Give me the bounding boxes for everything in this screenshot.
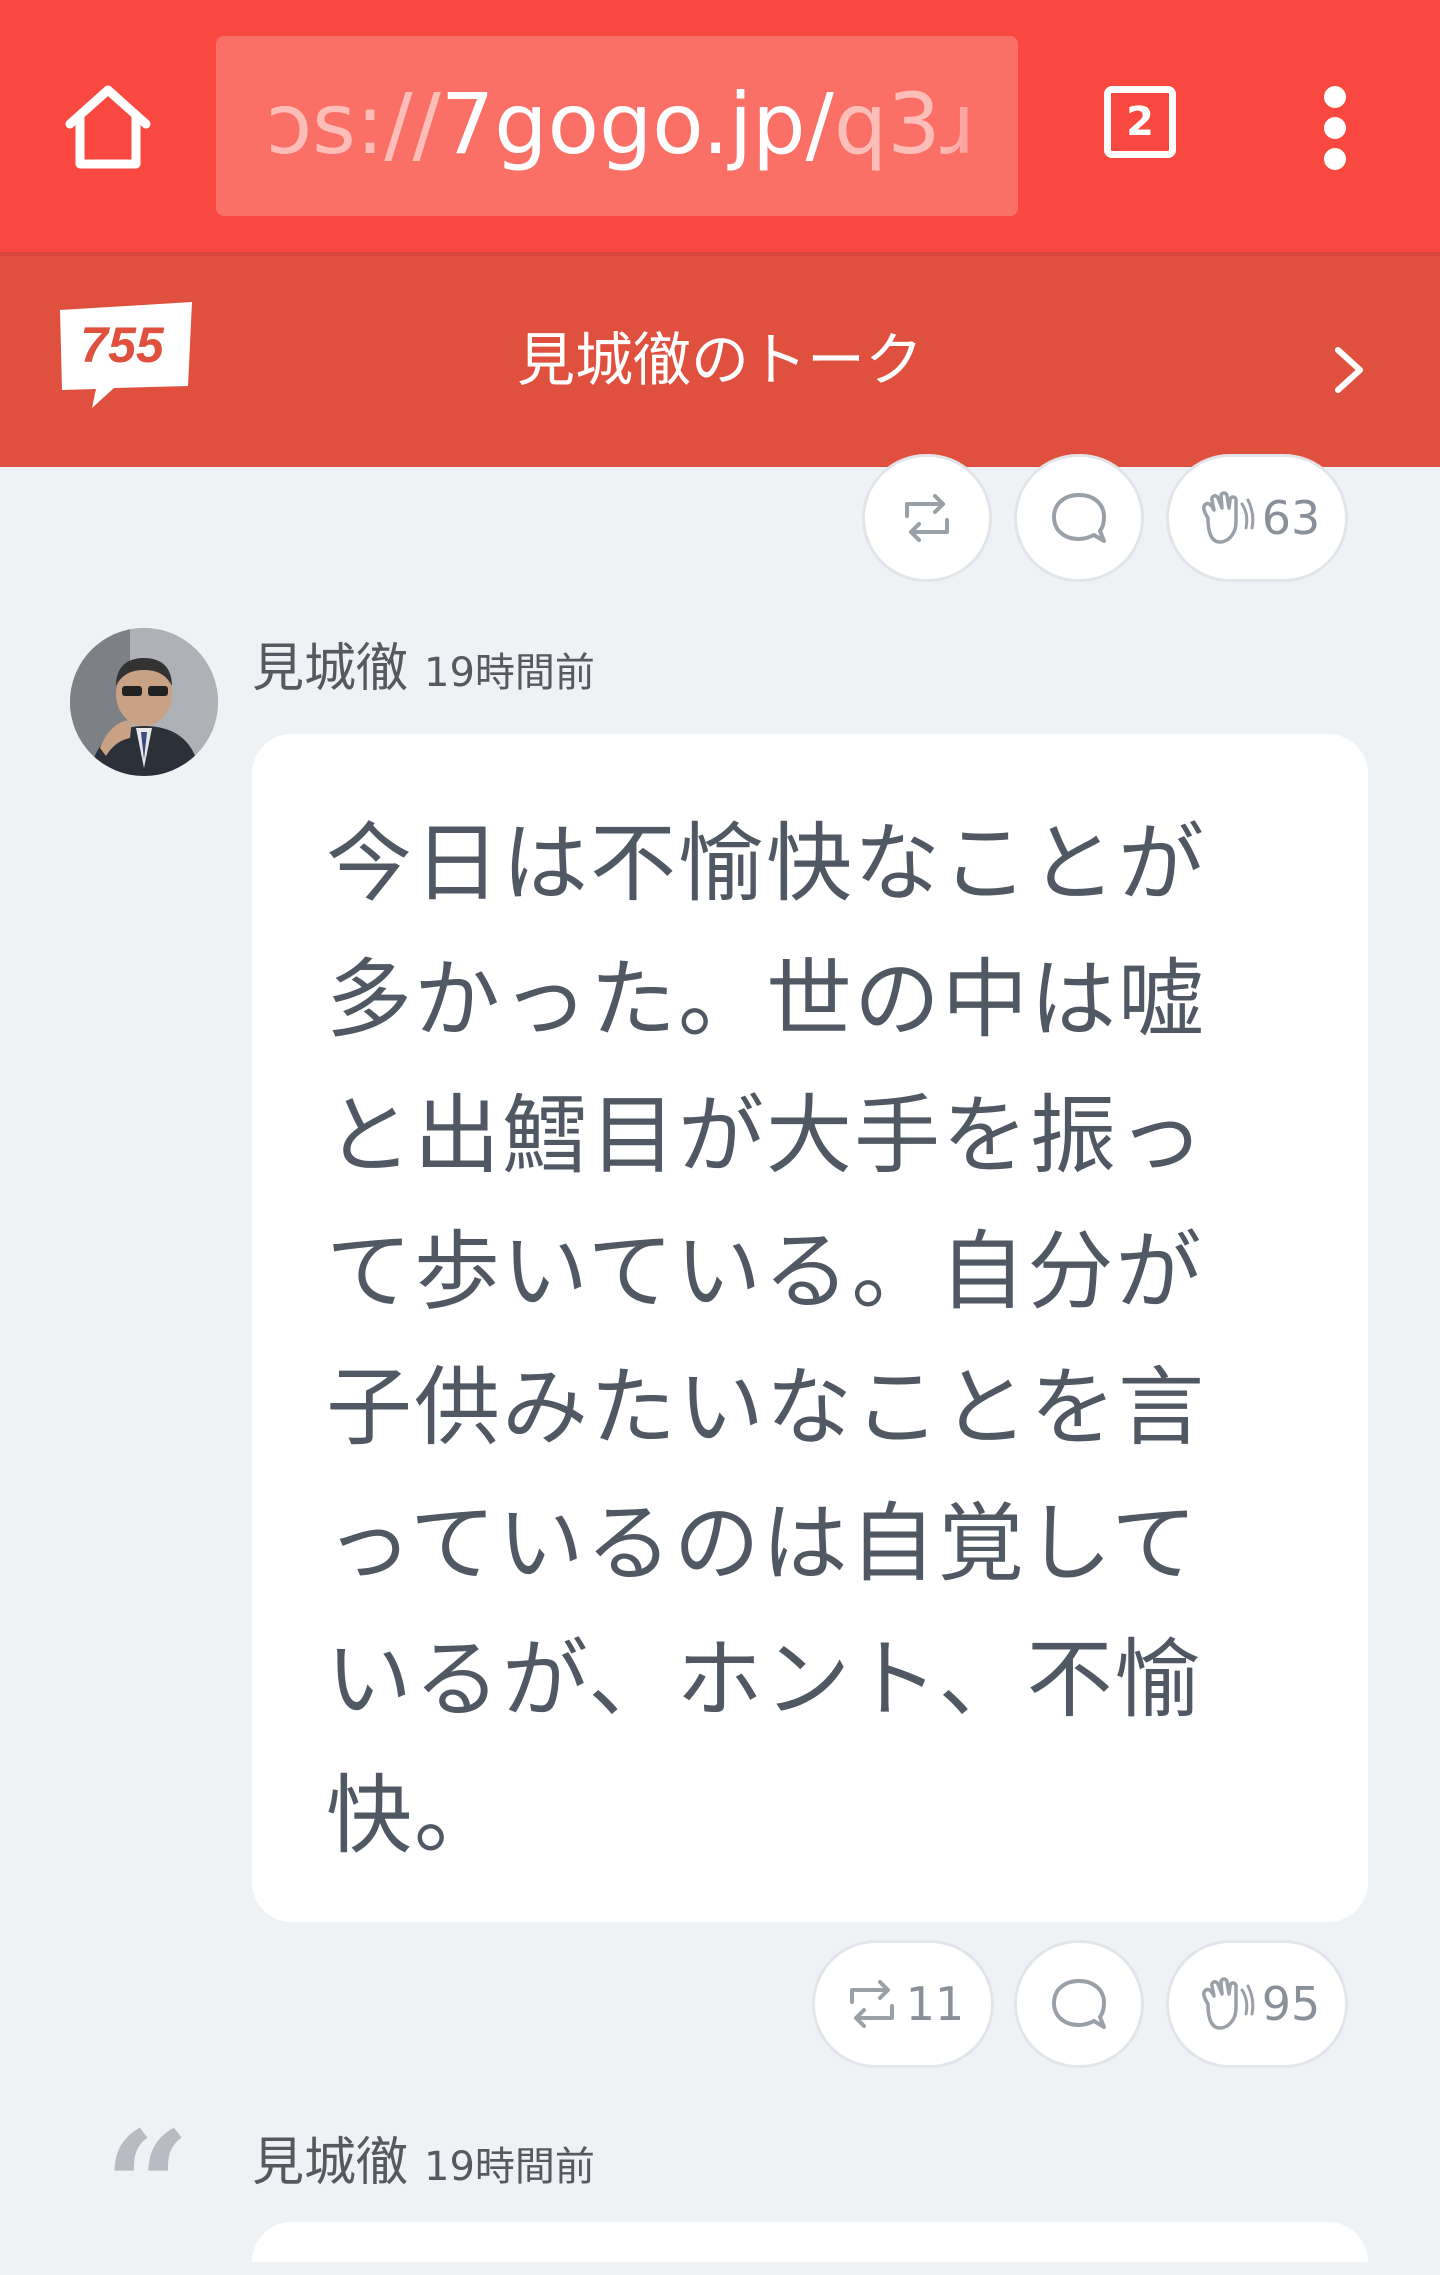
clap-button[interactable]: 63 (1166, 454, 1348, 582)
clap-button[interactable]: 95 (1166, 1940, 1348, 2068)
post-time: 19時間前 (424, 2144, 595, 2190)
post-body: 今日は不愉快なことが多かった。世の中は嘘と出鱈目が大手を振って歩いている。自分が… (326, 814, 1206, 1866)
next-post-bubble (252, 2222, 1368, 2262)
clap-icon (1201, 491, 1254, 544)
home-icon[interactable] (60, 80, 156, 176)
avatar[interactable] (70, 628, 218, 776)
url-text: ɔs://7gogo.jp/q3ɹ (266, 74, 975, 174)
post-bubble: 今日は不愉快なことが多かった。世の中は嘘と出鱈目が大手を振って歩いている。自分が… (252, 734, 1368, 1922)
clap-count: 95 (1261, 1977, 1321, 2031)
tab-switcher-button[interactable]: 2 (1104, 86, 1176, 158)
url-fade (938, 36, 1018, 216)
url-host: 7gogo.jp/ (440, 75, 834, 173)
repost-button[interactable] (862, 454, 992, 582)
talk-title[interactable]: 見城徹のトーク (0, 312, 1440, 408)
quote-icon: “ (104, 2099, 191, 2275)
repost-button[interactable]: 11 (812, 1940, 994, 2068)
comment-icon (1052, 1979, 1106, 2029)
author-name[interactable]: 見城徹 (252, 2133, 408, 2193)
comment-button[interactable] (1014, 1940, 1144, 2068)
repost-icon (849, 1980, 894, 2028)
clap-icon (1201, 1977, 1254, 2030)
post-time: 19時間前 (424, 650, 595, 696)
chevron-right-icon[interactable] (1320, 330, 1380, 410)
browser-toolbar: ɔs://7gogo.jp/q3ɹ 2 (0, 0, 1440, 252)
post-author-line: 見城徹 19時間前 (252, 634, 595, 716)
repost-count: 11 (905, 1977, 965, 2031)
repost-icon (905, 494, 949, 542)
site-header: 755 見城徹のトーク (0, 252, 1440, 467)
overflow-menu-icon[interactable] (1316, 86, 1356, 170)
comment-button[interactable] (1014, 454, 1144, 582)
author-name[interactable]: 見城徹 (252, 639, 408, 699)
comment-icon (1052, 493, 1106, 543)
next-post-author-line: 見城徹 19時間前 (252, 2128, 595, 2210)
url-scheme: ɔs:// (266, 75, 441, 173)
clap-count: 63 (1261, 491, 1321, 545)
url-bar[interactable]: ɔs://7gogo.jp/q3ɹ (216, 36, 1018, 216)
